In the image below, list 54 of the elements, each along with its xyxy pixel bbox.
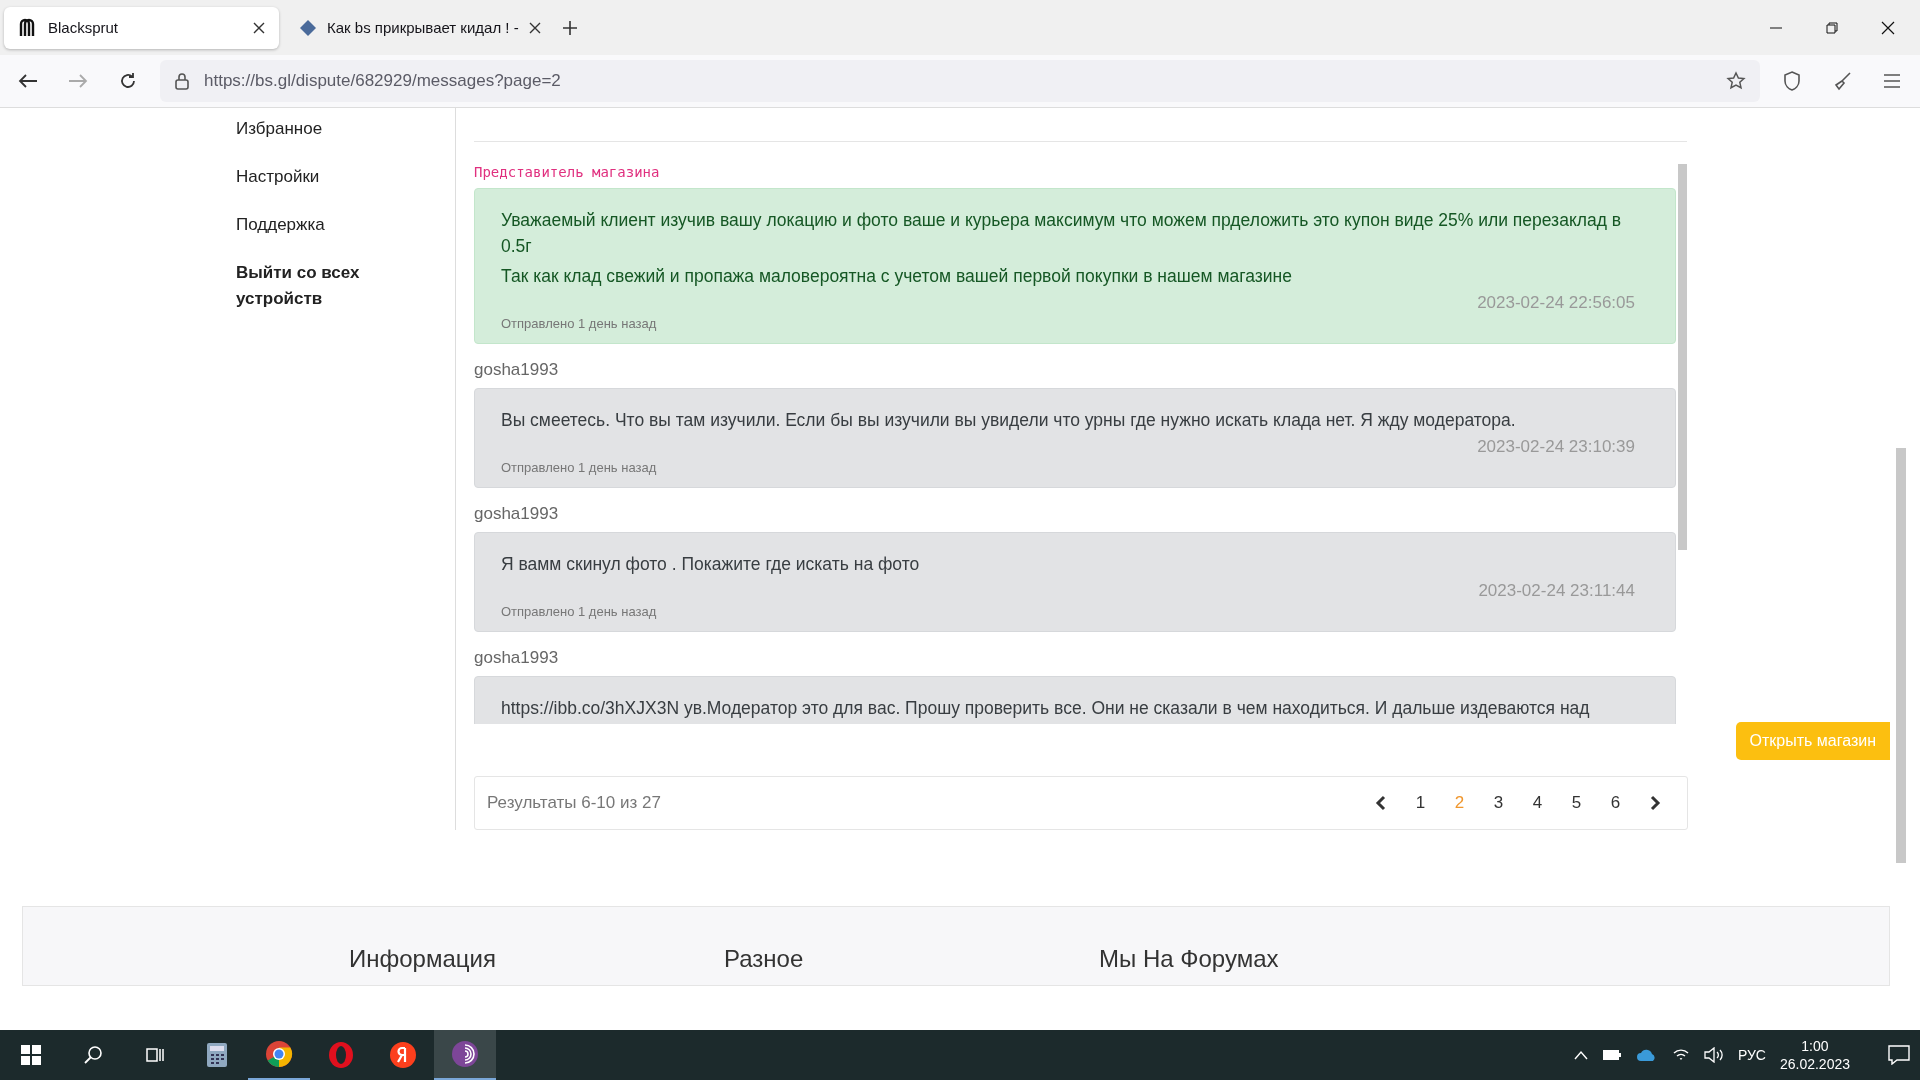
close-icon[interactable] [529, 21, 541, 34]
sent-label: Отправлено 1 день назад [501, 315, 657, 331]
page-link[interactable]: 5 [1557, 792, 1596, 813]
clock-date[interactable]: 26.02.2023 [1779, 1056, 1850, 1072]
message-text: Так как клад свежий и пропажа маловероятна с учетом вашей первой покупки в нашем магазине [501, 264, 1293, 288]
reload-icon [119, 72, 137, 90]
page-link[interactable]: 4 [1518, 792, 1557, 813]
browser-tab[interactable]: Blacksprut [4, 6, 279, 49]
sent-label: Отправлено 1 день назад [501, 603, 657, 619]
address-bar[interactable]: https://bs.gl/dispute/682929/messages?page=2 [160, 60, 1760, 102]
sidebar-link[interactable]: Поддержка [236, 212, 366, 238]
volume-icon[interactable] [1703, 1047, 1724, 1063]
sidebar-link[interactable]: Выйти со всех устройств [236, 260, 366, 312]
bookmark-star-icon[interactable] [1726, 71, 1746, 91]
footer-heading: Разное [724, 945, 805, 973]
battery-icon[interactable] [1601, 1049, 1622, 1061]
message-author: gosha1993 [474, 359, 560, 380]
message-timestamp: 2023-02-24 22:56:05 [1477, 292, 1635, 313]
page-link[interactable]: 6 [1596, 792, 1635, 813]
page-link[interactable]: 1 [1401, 792, 1440, 813]
windows-icon [21, 1045, 41, 1065]
chevron-left-icon [1375, 794, 1387, 811]
message-author: gosha1993 [474, 503, 560, 524]
message-author: gosha1993 [474, 647, 560, 668]
tor-browser-icon[interactable] [434, 1030, 496, 1080]
close-icon [1881, 20, 1895, 35]
close-icon[interactable] [253, 21, 265, 34]
results-summary: Результаты 6-10 из 27 [487, 792, 662, 813]
sidebar-link[interactable]: Настройки [236, 164, 366, 190]
message-timestamp: 2023-02-24 23:10:39 [1477, 436, 1635, 457]
new-tab-button[interactable] [561, 18, 579, 37]
message-timestamp: 2023-02-24 23:11:44 [1478, 580, 1635, 601]
message-author: Представитель магазина [474, 163, 661, 180]
message-text: Я вамм скинул фото . Покажите где искать на фото [501, 552, 921, 576]
message-text: https://ibb.co/3hXJX3N ув.Модератор это для вас. Прошу проверить все. Они не сказали в чем находиться. И дальше издеваются над [501, 696, 1591, 720]
footer-heading: Мы На Форумах [1099, 945, 1280, 973]
message-text: Вы смеетесь. Что вы там изучили. Если бы вы изучили вы увидели что урны где нужно искать клада нет. Я жду модератора. [501, 408, 1517, 432]
wifi-icon[interactable] [1671, 1047, 1690, 1063]
chevron-right-icon [1649, 794, 1661, 811]
cloud-icon[interactable] [1635, 1047, 1658, 1063]
notifications-icon[interactable] [1888, 1045, 1910, 1065]
chevron-up-icon[interactable] [1573, 1050, 1588, 1060]
diamond-icon [299, 18, 317, 37]
page-link[interactable]: 3 [1479, 792, 1518, 813]
language-indicator[interactable]: РУС [1737, 1047, 1766, 1063]
lock-icon [174, 72, 190, 90]
sent-label: Отправлено 1 день назад [501, 459, 657, 475]
minimize-icon [1770, 26, 1782, 29]
footer-heading: Информация [349, 945, 497, 973]
clock-time[interactable]: 1:00 [1801, 1038, 1829, 1054]
sidebar-link[interactable]: Избранное [236, 116, 366, 142]
restore-icon [1826, 21, 1838, 34]
message-text: Уважаемый клиент изучив вашу локацию и фото ваше и курьера максимум что можем прделожить это купон виде 25% или перезаклад в 0.5г [501, 208, 1623, 258]
browser-tab[interactable]: Как bs прикрывает кидал ! - [285, 6, 555, 49]
